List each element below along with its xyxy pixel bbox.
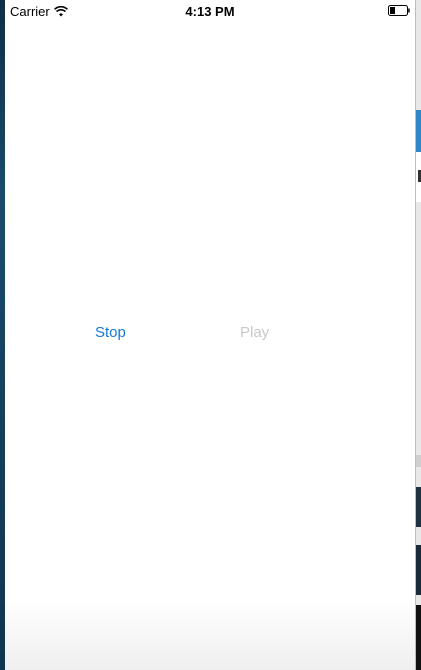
background-window-strip	[416, 487, 421, 527]
battery-icon	[388, 5, 410, 16]
status-bar: Carrier 4:13 PM	[5, 0, 415, 22]
desktop-background-right	[415, 0, 421, 670]
stop-button[interactable]: Stop	[95, 324, 126, 341]
background-window-strip	[416, 110, 421, 152]
simulator-window: Carrier 4:13 PM Stop Play	[0, 0, 421, 670]
play-button[interactable]: Play	[240, 324, 269, 341]
background-window-strip	[416, 455, 421, 467]
status-time: 4:13 PM	[185, 4, 235, 19]
background-window-strip	[416, 605, 421, 670]
app-screen: Carrier 4:13 PM Stop Play	[5, 0, 415, 670]
background-window-strip	[416, 545, 421, 595]
